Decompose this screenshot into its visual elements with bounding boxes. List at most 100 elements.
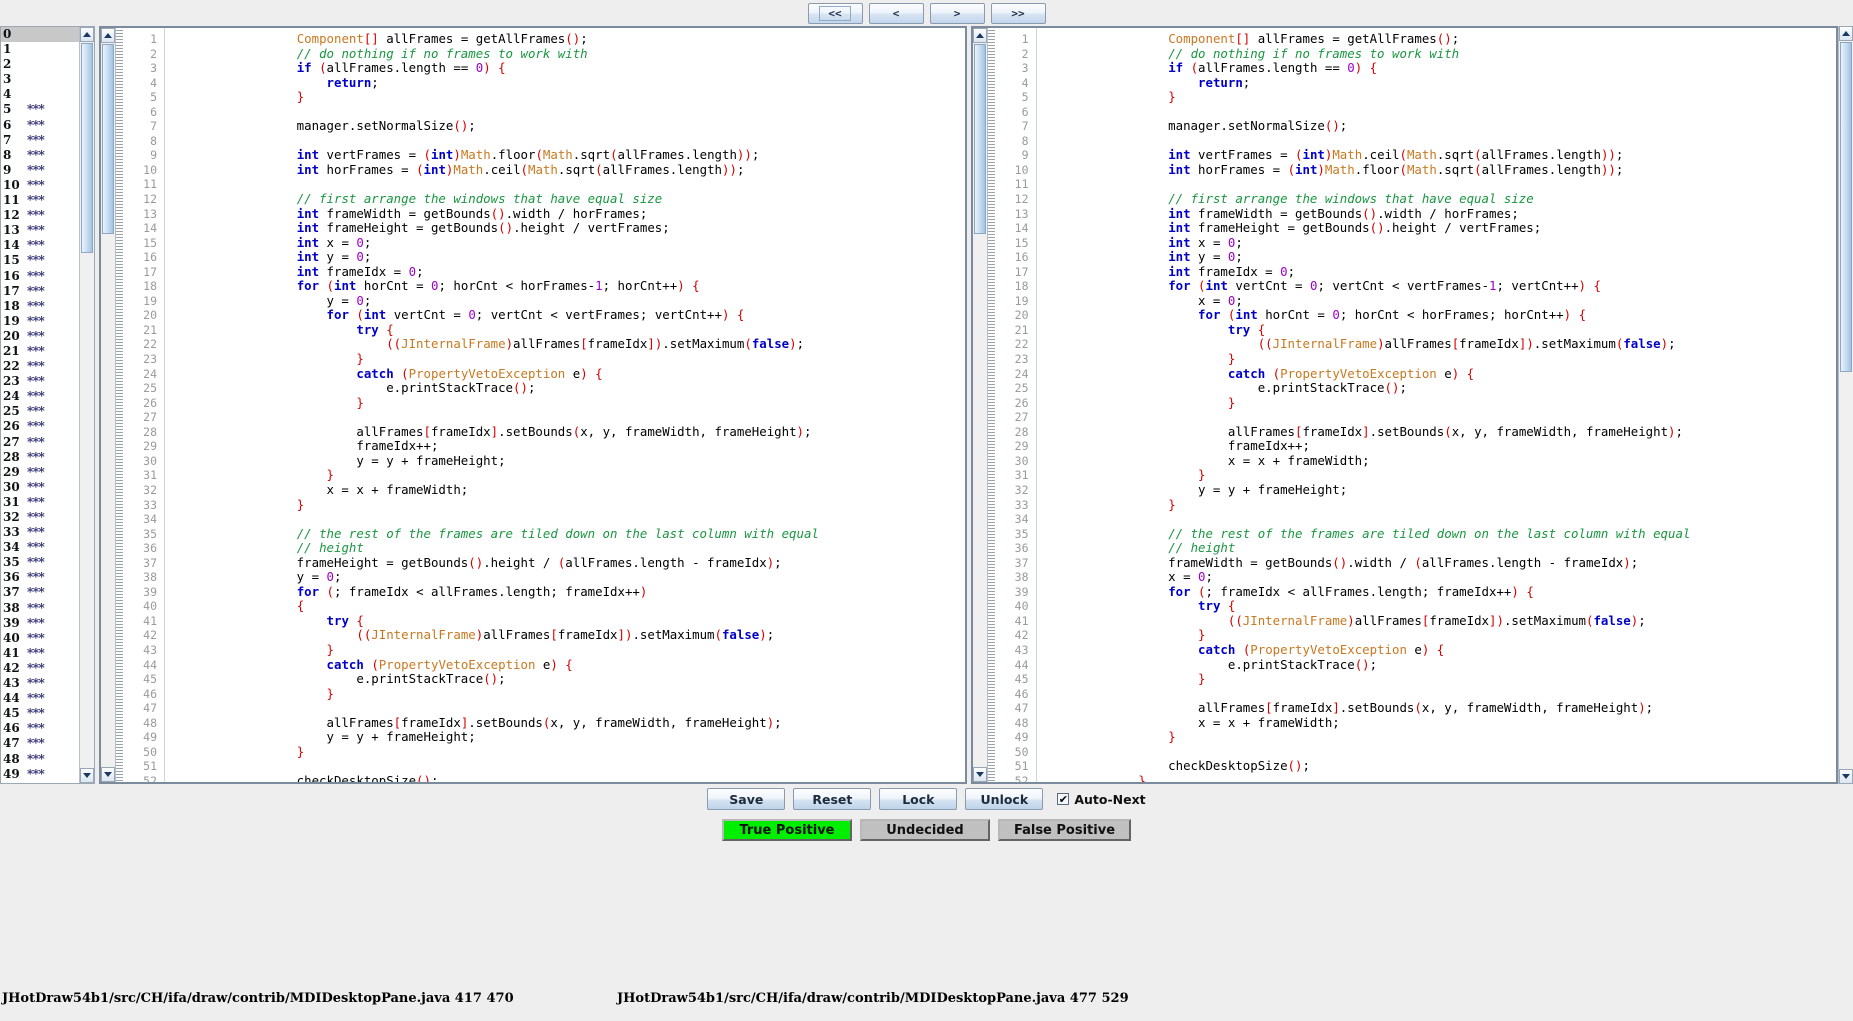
clone-list-item[interactable]: 19 *** — [1, 314, 79, 329]
clone-list-item[interactable]: 25 *** — [1, 404, 79, 419]
line-number: 44 — [1014, 657, 1029, 672]
right-scroll-thumb[interactable] — [973, 44, 986, 234]
clone-list-item[interactable]: 20 *** — [1, 329, 79, 344]
left-pane-scrollbar[interactable] — [101, 28, 116, 782]
right-pane-scrollbar[interactable] — [972, 28, 988, 782]
clone-list-item[interactable]: 49 *** — [1, 767, 79, 782]
scroll-thumb[interactable] — [81, 43, 93, 253]
clone-index: 8 — [3, 147, 12, 162]
clone-list-item[interactable]: 44 *** — [1, 691, 79, 706]
clone-list-item[interactable]: 31 *** — [1, 495, 79, 510]
clone-list-item[interactable]: 21 *** — [1, 344, 79, 359]
clone-list-item[interactable]: 27 *** — [1, 435, 79, 450]
clone-list-item[interactable]: 24 *** — [1, 389, 79, 404]
clone-list-item[interactable]: 26 *** — [1, 419, 79, 434]
clone-list-item[interactable]: 0 — [1, 27, 79, 43]
right-source-code[interactable]: Component[] allFrames = getAllFrames(); … — [1037, 28, 1837, 782]
clone-list-scrollbar[interactable] — [79, 27, 94, 783]
clone-list-item[interactable]: 2 — [1, 57, 79, 72]
clone-index: 33 — [3, 525, 20, 540]
clone-list-item[interactable]: 50*** — [1, 782, 79, 783]
left-source-code[interactable]: Component[] allFrames = getAllFrames(); … — [165, 28, 965, 782]
clone-list-item[interactable]: 7 *** — [1, 133, 79, 148]
clone-list-item[interactable]: 45 *** — [1, 706, 79, 721]
clone-list-item[interactable]: 13 *** — [1, 223, 79, 238]
right-scroll-up-arrow-icon[interactable] — [972, 28, 987, 43]
left-scroll-thumb[interactable] — [102, 44, 114, 234]
clone-list-item[interactable]: 40 *** — [1, 631, 79, 646]
right-code-area[interactable]: 1 2 3 4 5 6 7 8 9 10 11 12 13 14 15 16 17 18 19 20 21 22 23 24 2… — [994, 28, 1837, 782]
window-scrollbar[interactable] — [1838, 26, 1853, 784]
nav-last-button[interactable]: >> — [990, 2, 1046, 24]
clone-list-item[interactable]: 39 *** — [1, 616, 79, 631]
clone-list-item[interactable]: 34 *** — [1, 540, 79, 555]
line-number: 42 — [1014, 628, 1029, 643]
clone-list-item[interactable]: 41 *** — [1, 646, 79, 661]
right-scroll-down-arrow-icon[interactable] — [972, 767, 987, 782]
clone-list-item[interactable]: 6 *** — [1, 118, 79, 133]
left-code-pane[interactable]: 1 2 3 4 5 6 7 8 9 10 11 12 13 14 15 16 17 18 19 20 21 22 23 24 2… — [99, 26, 967, 784]
clone-list-item[interactable]: 10 *** — [1, 178, 79, 193]
clone-list-item[interactable]: 33 *** — [1, 525, 79, 540]
clone-list-item[interactable]: 1 — [1, 42, 79, 57]
verdict-false-positive-button[interactable]: False Positive — [997, 819, 1132, 841]
clone-list-item[interactable]: 22 *** — [1, 359, 79, 374]
clone-list-item[interactable]: 3 — [1, 72, 79, 87]
clone-list-item[interactable]: 23 *** — [1, 374, 79, 389]
nav-first-button[interactable]: << — [807, 2, 863, 24]
clone-list-item[interactable]: 35 *** — [1, 555, 79, 570]
nav-next-button[interactable]: > — [929, 2, 985, 24]
clone-list-item[interactable]: 48 *** — [1, 752, 79, 767]
line-number: 4 — [150, 75, 157, 90]
auto-next-checkbox[interactable]: ✔ Auto-Next — [1057, 792, 1146, 807]
checkbox-check-icon[interactable]: ✔ — [1057, 793, 1070, 805]
save-button[interactable]: Save — [707, 788, 786, 810]
clone-list-item[interactable]: 14 *** — [1, 238, 79, 253]
lock-button[interactable]: Lock — [879, 788, 958, 810]
clone-list-item[interactable]: 12 *** — [1, 208, 79, 223]
clone-list-item[interactable]: 4 — [1, 87, 79, 102]
line-number: 21 — [1014, 322, 1029, 337]
reset-button[interactable]: Reset — [793, 788, 872, 810]
clone-list-item[interactable]: 28 *** — [1, 450, 79, 465]
right-code-pane[interactable]: 1 2 3 4 5 6 7 8 9 10 11 12 13 14 15 16 17 18 19 20 21 22 23 24 2… — [970, 26, 1838, 784]
clone-list-item[interactable]: 43 *** — [1, 676, 79, 691]
nav-prev-button[interactable]: < — [868, 2, 924, 24]
left-scroll-up-arrow-icon[interactable] — [101, 28, 115, 43]
clone-list-item[interactable]: 37 *** — [1, 585, 79, 600]
left-scroll-down-arrow-icon[interactable] — [101, 767, 115, 782]
scroll-up-arrow-icon[interactable] — [80, 27, 94, 42]
clone-list-item[interactable]: 30 *** — [1, 480, 79, 495]
code-line: allFrames[frameIdx].setBounds(x, y, fram… — [237, 714, 782, 730]
clone-list-item[interactable]: 32 *** — [1, 510, 79, 525]
code-line: // height — [296, 540, 364, 556]
clone-list-item[interactable]: 38 *** — [1, 601, 79, 616]
line-number: 38 — [1014, 570, 1029, 585]
scroll-down-arrow-icon[interactable] — [80, 768, 94, 783]
clone-list-item[interactable]: 16 *** — [1, 269, 79, 284]
clone-list-item[interactable]: 15 *** — [1, 253, 79, 268]
clone-list-item[interactable]: 36 *** — [1, 570, 79, 585]
clone-list-item[interactable]: 47 *** — [1, 736, 79, 751]
line-number: 46 — [143, 686, 157, 701]
clone-list-item[interactable]: 29 *** — [1, 465, 79, 480]
window-scroll-thumb[interactable] — [1840, 42, 1852, 372]
left-code-area[interactable]: 1 2 3 4 5 6 7 8 9 10 11 12 13 14 15 16 17 18 19 20 21 22 23 24 2… — [123, 28, 965, 782]
clone-list-item[interactable]: 17 *** — [1, 284, 79, 299]
window-scroll-down-arrow-icon[interactable] — [1839, 769, 1853, 784]
code-line: } — [1168, 729, 1176, 745]
window-scroll-up-arrow-icon[interactable] — [1839, 26, 1853, 41]
clone-list-item[interactable]: 11 *** — [1, 193, 79, 208]
clone-list-item[interactable]: 8 *** — [1, 148, 79, 163]
line-number: 3 — [1021, 61, 1029, 76]
clone-list-item[interactable]: 42 *** — [1, 661, 79, 676]
clone-list-item[interactable]: 9 *** — [1, 163, 79, 178]
verdict-true-positive-button[interactable]: True Positive — [721, 819, 852, 841]
clone-list-item[interactable]: 5 *** — [1, 102, 79, 117]
clone-list-item[interactable]: 18 *** — [1, 299, 79, 314]
unlock-button[interactable]: Unlock — [965, 788, 1044, 810]
clone-list-item[interactable]: 46 *** — [1, 721, 79, 736]
clone-list[interactable]: 0 1 2 3 4 5 *** 6 *** 7 *** 8 *** 9 *** 10 *** 11 *** 12 ***… — [1, 27, 79, 783]
verdict-undecided-button[interactable]: Undecided — [859, 819, 990, 841]
